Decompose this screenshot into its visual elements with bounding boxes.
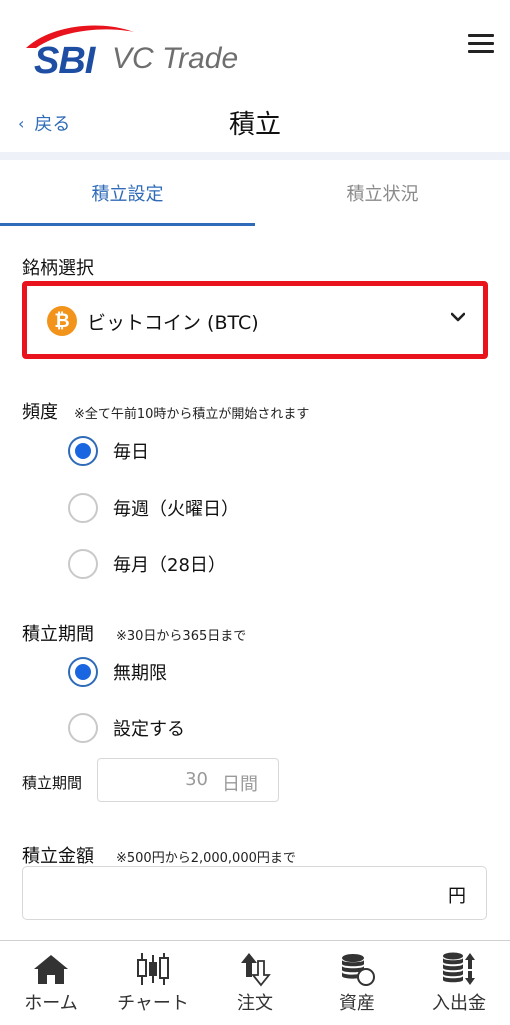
sbi-logo: SBI VC Trade	[22, 22, 252, 82]
amount-label: 積立金額 ※500円から2,000,000円まで	[22, 842, 296, 868]
radio-label: 設定する	[113, 719, 185, 740]
period-title: 積立期間	[22, 624, 94, 645]
amount-note: ※500円から2,000,000円まで	[116, 851, 296, 866]
radio-button	[68, 549, 98, 579]
radio-frequency-monthly[interactable]: 毎月（28日）	[68, 549, 226, 579]
deposit-icon	[443, 952, 475, 985]
nav-assets-label: 資産	[339, 993, 375, 1014]
order-icon	[241, 953, 271, 987]
period-days-unit: 日間	[222, 774, 258, 795]
tab-status[interactable]: 積立状況	[255, 160, 510, 226]
radio-label: 毎月（28日）	[113, 555, 226, 576]
nav-assets[interactable]: 資産	[306, 941, 408, 1025]
nav-deposit-label: 入出金	[432, 993, 486, 1014]
frequency-note: ※全て午前10時から積立が開始されます	[74, 407, 310, 422]
amount-input[interactable]: 円	[22, 866, 487, 920]
nav-home[interactable]: ホーム	[0, 941, 102, 1025]
logo-vc-text: VC Trade	[112, 42, 239, 75]
frequency-title: 頻度	[22, 402, 58, 423]
radio-frequency-weekly[interactable]: 毎週（火曜日）	[68, 493, 239, 523]
radio-label: 毎週（火曜日）	[113, 499, 239, 520]
nav-order-label: 注文	[237, 993, 273, 1014]
frequency-label: 頻度 ※全て午前10時から積立が開始されます	[22, 398, 309, 424]
hamburger-menu-icon[interactable]	[468, 34, 496, 56]
nav-chart[interactable]: チャート	[102, 941, 204, 1025]
period-note: ※30日から365日まで	[116, 629, 247, 644]
radio-period-set[interactable]: 設定する	[68, 713, 185, 743]
period-label: 積立期間 ※30日から365日まで	[22, 620, 246, 646]
nav-deposit[interactable]: 入出金	[408, 941, 510, 1025]
page-title: 積立	[228, 110, 281, 140]
radio-period-unlimited[interactable]: 無期限	[68, 657, 167, 687]
period-input-label: 積立期間	[22, 774, 83, 792]
radio-button-selected	[68, 436, 98, 466]
chevron-down-icon	[451, 312, 465, 322]
brand-select[interactable]: ₿ ビットコイン (BTC)	[22, 281, 488, 359]
brand-label: 銘柄選択	[22, 258, 94, 279]
logo-sbi-text: SBI	[34, 40, 95, 82]
nav-order[interactable]: 注文	[204, 941, 306, 1025]
radio-button	[68, 713, 98, 743]
bottom-nav: ホーム チャート 注文 資産 入出金	[0, 940, 510, 1025]
header-divider	[0, 152, 510, 160]
assets-icon	[342, 954, 375, 986]
nav-chart-label: チャート	[117, 993, 189, 1014]
nav-home-label: ホーム	[24, 993, 78, 1014]
active-tab-indicator	[0, 223, 255, 226]
amount-unit: 円	[448, 886, 466, 907]
radio-label: 毎日	[113, 442, 149, 463]
radio-button-selected	[68, 657, 98, 687]
radio-label: 無期限	[113, 663, 167, 684]
brand-selected-value: ビットコイン (BTC)	[87, 312, 259, 334]
amount-title: 積立金額	[22, 846, 94, 867]
bitcoin-icon: ₿	[47, 306, 77, 336]
radio-frequency-daily[interactable]: 毎日	[68, 436, 149, 466]
period-days-value: 30	[185, 769, 208, 790]
home-icon	[34, 955, 68, 984]
chart-icon	[137, 953, 169, 985]
radio-button	[68, 493, 98, 523]
tab-settings[interactable]: 積立設定	[0, 160, 255, 226]
period-days-input[interactable]: 30 日間	[97, 758, 279, 802]
